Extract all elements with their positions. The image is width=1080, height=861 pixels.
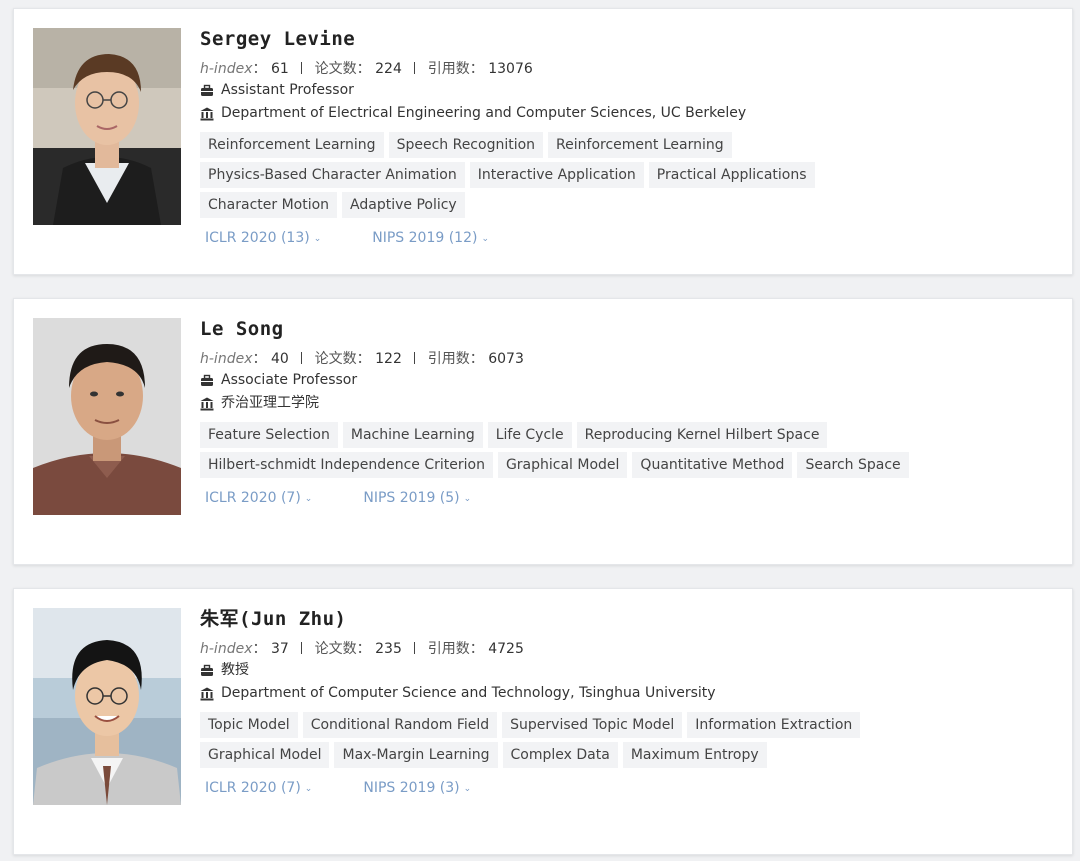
venue-dropdown[interactable]: ICLR 2020 (7) ⌄: [205, 488, 312, 508]
institution-icon: [200, 397, 214, 410]
institution-icon: [200, 107, 214, 120]
scholar-info: Le Song h-index： 40 论文数： 122 引用数： 6073 A…: [200, 315, 1056, 508]
scholar-info: Sergey Levine h-index： 61 论文数： 224 引用数： …: [200, 25, 1056, 248]
scholar-stats: h-index： 61 论文数： 224 引用数： 13076: [200, 61, 533, 77]
hindex-value: 40: [270, 351, 289, 367]
hindex-label: h-index: [200, 641, 253, 657]
tag[interactable]: Reproducing Kernel Hilbert Space: [576, 422, 828, 448]
chevron-down-icon: ⌄: [481, 234, 489, 244]
briefcase-icon: [201, 664, 213, 676]
position-text: Assistant Professor: [221, 82, 354, 98]
hindex-value: 61: [270, 61, 289, 77]
tag-list: Feature Selection Machine Learning Life …: [200, 422, 960, 482]
tag[interactable]: Interactive Application: [469, 162, 644, 188]
papers-label: 论文数: [314, 641, 357, 657]
tag[interactable]: Supervised Topic Model: [502, 712, 683, 738]
divider: [301, 642, 303, 654]
chevron-down-icon: ⌄: [313, 234, 322, 244]
citations-value: 6073: [488, 351, 524, 367]
venue-dropdown[interactable]: ICLR 2020 (13) ⌄: [205, 228, 321, 248]
scholar-name[interactable]: Le Song: [200, 315, 1056, 343]
org-row: Department of Computer Science and Techn…: [200, 682, 1056, 705]
org-row: 乔治亚理工学院: [200, 392, 1056, 415]
position-row: Assistant Professor: [200, 79, 1056, 102]
org-text[interactable]: Department of Computer Science and Techn…: [221, 682, 716, 705]
tag[interactable]: Machine Learning: [342, 422, 483, 448]
citations-label: 引用数: [427, 641, 470, 657]
citations-value: 13076: [488, 61, 533, 77]
divider: [301, 352, 303, 364]
scholar-card: Le Song h-index： 40 论文数： 122 引用数： 6073 A…: [13, 298, 1073, 565]
scholar-photo[interactable]: [33, 318, 181, 515]
scholar-stats: h-index： 37 论文数： 235 引用数： 4725: [200, 641, 524, 657]
position-row: Associate Professor: [200, 369, 1056, 392]
org-text[interactable]: Department of Electrical Engineering and…: [221, 102, 746, 125]
divider: [301, 62, 303, 74]
chevron-down-icon: ⌄: [304, 494, 313, 504]
tag[interactable]: Quantitative Method: [632, 452, 793, 478]
tag[interactable]: Topic Model: [200, 712, 298, 738]
tag[interactable]: Reinforcement Learning: [548, 132, 732, 158]
scholar-stats: h-index： 40 论文数： 122 引用数： 6073: [200, 351, 524, 367]
venue-list: ICLR 2020 (13) ⌄ NIPS 2019 (12) ⌄: [200, 228, 1056, 248]
citations-label: 引用数: [427, 351, 470, 367]
tag[interactable]: Graphical Model: [200, 742, 330, 768]
scholar-name[interactable]: Sergey Levine: [200, 25, 1056, 53]
chevron-down-icon: ⌄: [463, 784, 472, 794]
org-text[interactable]: 乔治亚理工学院: [221, 392, 319, 415]
divider: [414, 352, 416, 364]
scholar-photo[interactable]: [33, 608, 181, 805]
tag[interactable]: Life Cycle: [487, 422, 572, 448]
papers-value: 235: [375, 641, 402, 657]
divider: [414, 642, 416, 654]
scholar-card: 朱军(Jun Zhu) h-index： 37 论文数： 235 引用数： 47…: [13, 588, 1073, 855]
chevron-down-icon: ⌄: [304, 784, 313, 794]
position-text: Associate Professor: [221, 372, 358, 388]
briefcase-icon: [201, 84, 213, 96]
tag[interactable]: Character Motion: [200, 192, 338, 218]
tag[interactable]: Physics-Based Character Animation: [200, 162, 465, 188]
papers-value: 224: [375, 61, 402, 77]
tag[interactable]: Maximum Entropy: [622, 742, 767, 768]
tag-list: Reinforcement Learning Speech Recognitio…: [200, 132, 960, 222]
tag-list: Topic Model Conditional Random Field Sup…: [200, 712, 960, 772]
scholar-info: 朱军(Jun Zhu) h-index： 37 论文数： 235 引用数： 47…: [200, 605, 1056, 798]
divider: [414, 62, 416, 74]
citations-value: 4725: [488, 641, 524, 657]
hindex-value: 37: [270, 641, 289, 657]
papers-label: 论文数: [314, 61, 357, 77]
scholar-photo[interactable]: [33, 28, 181, 225]
venue-dropdown[interactable]: NIPS 2019 (5) ⌄: [363, 488, 471, 508]
tag[interactable]: Graphical Model: [497, 452, 628, 478]
hindex-label: h-index: [200, 351, 253, 367]
org-row: Department of Electrical Engineering and…: [200, 102, 1056, 125]
papers-value: 122: [375, 351, 402, 367]
tag[interactable]: Feature Selection: [200, 422, 338, 448]
tag[interactable]: Practical Applications: [648, 162, 815, 188]
venue-dropdown[interactable]: ICLR 2020 (7) ⌄: [205, 778, 312, 798]
tag[interactable]: Max-Margin Learning: [334, 742, 498, 768]
tag[interactable]: Reinforcement Learning: [200, 132, 384, 158]
scholar-card: Sergey Levine h-index： 61 论文数： 224 引用数： …: [13, 8, 1073, 275]
tag[interactable]: Conditional Random Field: [302, 712, 498, 738]
venue-dropdown[interactable]: NIPS 2019 (3) ⌄: [363, 778, 471, 798]
papers-label: 论文数: [314, 351, 357, 367]
position-row: 教授: [200, 659, 1056, 682]
tag[interactable]: Information Extraction: [687, 712, 861, 738]
tag[interactable]: Complex Data: [502, 742, 618, 768]
tag[interactable]: Hilbert-schmidt Independence Criterion: [200, 452, 493, 478]
tag[interactable]: Adaptive Policy: [342, 192, 465, 218]
citations-label: 引用数: [427, 61, 470, 77]
position-text: 教授: [221, 662, 249, 678]
hindex-label: h-index: [200, 61, 253, 77]
scholar-name[interactable]: 朱军(Jun Zhu): [200, 605, 1056, 633]
institution-icon: [200, 687, 214, 700]
tag[interactable]: Search Space: [797, 452, 909, 478]
venue-list: ICLR 2020 (7) ⌄ NIPS 2019 (5) ⌄: [200, 488, 1056, 508]
chevron-down-icon: ⌄: [463, 494, 472, 504]
venue-list: ICLR 2020 (7) ⌄ NIPS 2019 (3) ⌄: [200, 778, 1056, 798]
tag[interactable]: Speech Recognition: [388, 132, 544, 158]
venue-dropdown[interactable]: NIPS 2019 (12) ⌄: [372, 228, 489, 248]
briefcase-icon: [201, 374, 213, 386]
